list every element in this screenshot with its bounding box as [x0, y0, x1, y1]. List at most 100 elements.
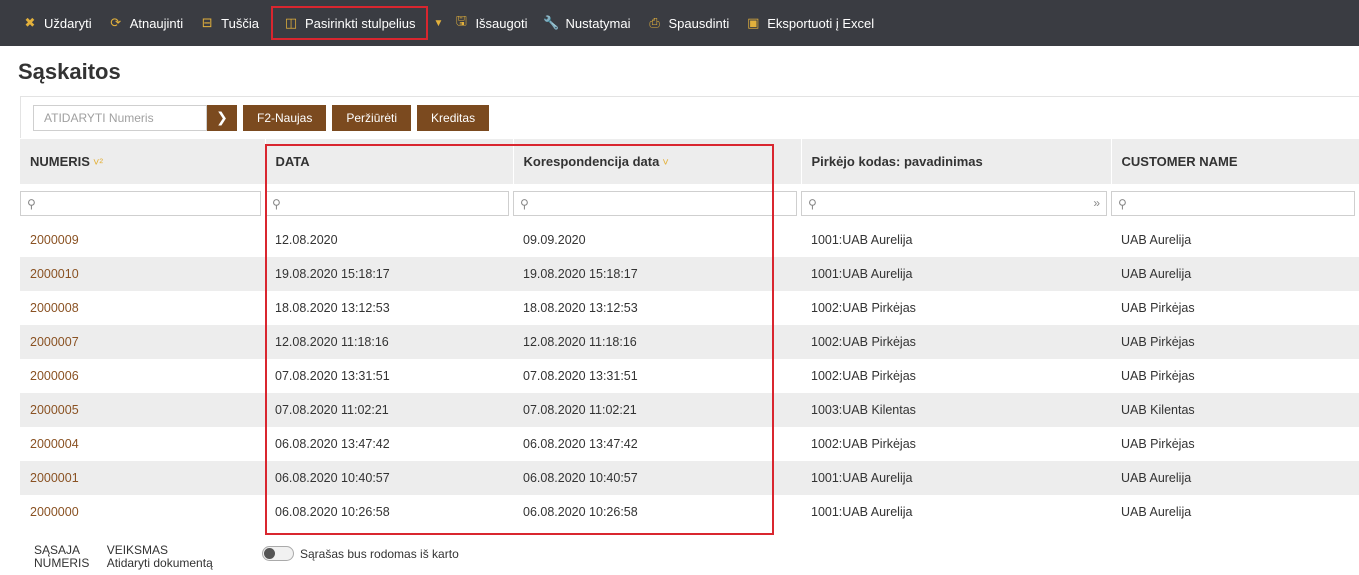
cell-customer-name: UAB Pirkėjas [1121, 369, 1195, 383]
search-icon: ⚲ [27, 196, 36, 211]
action-bar: ❯ F2-Naujas Peržiūrėti Kreditas [20, 96, 1359, 138]
blank-label: Tuščia [221, 15, 259, 31]
cell-korespondencija-data: 09.09.2020 [523, 233, 586, 247]
footer-legend: SĄSAJA NUMERIS VEIKSMAS Atidaryti dokume… [34, 544, 213, 570]
footer-numeris: NUMERIS [34, 556, 90, 570]
filter-korespondencija-input[interactable]: ⚲ [513, 191, 797, 216]
column-header-data[interactable]: DATA [265, 139, 514, 184]
column-header-pirkejo-kodas[interactable]: Pirkėjo kodas: pavadinimas [801, 139, 1112, 184]
search-icon: ⚲ [808, 196, 817, 211]
footer-atidaryti: Atidaryti dokumentą [106, 556, 213, 570]
view-button[interactable]: Peržiūrėti [332, 104, 412, 131]
search-icon: ⚲ [1118, 196, 1127, 211]
table-row[interactable]: 2000005 07.08.2020 11:02:21 07.08.2020 11:… [20, 393, 1359, 427]
cell-numeris[interactable]: 2000006 [20, 359, 265, 393]
open-number-input[interactable] [33, 104, 207, 131]
column-header-numeris[interactable]: NUMERIS ˅² [20, 139, 266, 184]
cell-customer-name: UAB Pirkėjas [1121, 437, 1195, 451]
cell-pirkejas: 1001:UAB Aurelija [801, 257, 1111, 291]
instant-list-toggle[interactable]: Sąrašas bus rodomas iš karto [262, 546, 459, 561]
cell-data: 18.08.2020 13:12:53 [275, 301, 390, 315]
cell-pirkejas: 1002:UAB Pirkėjas [811, 301, 916, 315]
close-label: Uždaryti [44, 15, 92, 31]
cell-pirkejas: 1001:UAB Aurelija [811, 505, 913, 519]
export-excel-button[interactable]: ▣ Eksportuoti į Excel [737, 0, 882, 46]
cell-korespondencija-data: 07.08.2020 13:31:51 [523, 369, 638, 383]
table-row[interactable]: 2000008 18.08.2020 13:12:53 18.08.2020 13:… [20, 291, 1359, 325]
toolbar: ✖ Uždaryti ⟳ Atnaujinti ⊟ Tuščia ◫ Pasir… [0, 0, 1359, 46]
cell-korespondencija-data: 06.08.2020 10:26:58 [523, 505, 638, 519]
settings-label: Nustatymai [565, 15, 631, 31]
cell-korespondencija-data: 07.08.2020 11:02:21 [513, 393, 801, 427]
sort-desc-icon: ˅ [662, 157, 669, 169]
double-chevron-right-icon[interactable]: » [1093, 196, 1100, 210]
cell-numeris[interactable]: 2000010 [20, 257, 265, 291]
cell-numeris[interactable]: 2000001 [20, 461, 265, 495]
cell-korespondencija-data: 19.08.2020 15:18:17 [513, 257, 801, 291]
cell-pirkejas: 1002:UAB Pirkėjas [811, 369, 916, 383]
blank-icon: ⊟ [201, 15, 213, 30]
cell-pirkejas: 1002:UAB Pirkėjas [801, 325, 1111, 359]
print-icon: ⎙ [649, 15, 660, 30]
cell-numeris[interactable]: 2000009 [20, 223, 265, 257]
chevron-down-icon[interactable]: ▼ [434, 18, 444, 29]
cell-numeris[interactable]: 2000005 [20, 393, 265, 427]
search-icon: ⚲ [272, 196, 281, 211]
chevron-right-icon: ❯ [216, 109, 228, 125]
sort-desc-icon: ˅² [92, 157, 104, 169]
save-button[interactable]: 🖫 Išsaugoti [445, 0, 535, 46]
cell-customer-name: UAB Aurelija [1111, 257, 1359, 291]
cell-customer-name: UAB Pirkėjas [1121, 301, 1195, 315]
cell-data: 06.08.2020 10:26:58 [275, 505, 390, 519]
table-row[interactable]: 2000000 06.08.2020 10:26:58 06.08.2020 10:… [20, 495, 1359, 529]
cell-korespondencija-data: 06.08.2020 13:47:42 [523, 437, 638, 451]
cell-numeris[interactable]: 2000007 [20, 325, 265, 359]
table-row[interactable]: 2000006 07.08.2020 13:31:51 07.08.2020 13:… [20, 359, 1359, 393]
excel-icon: ▣ [747, 15, 760, 30]
cell-korespondencija-data: 18.08.2020 13:12:53 [523, 301, 638, 315]
close-icon: ✖ [24, 15, 36, 30]
table-row[interactable]: 2000009 12.08.2020 09.09.2020 1001:UAB Aure… [20, 223, 1359, 257]
filter-customer-input[interactable]: ⚲ [1111, 191, 1355, 216]
cell-data: 12.08.2020 [275, 233, 338, 247]
cell-customer-name: UAB Aurelija [1121, 233, 1192, 247]
blank-button[interactable]: ⊟ Tuščia [191, 0, 267, 46]
print-button[interactable]: ⎙ Spausdinti [639, 0, 738, 46]
cell-customer-name: UAB Aurelija [1111, 461, 1359, 495]
cell-numeris[interactable]: 2000008 [20, 291, 265, 325]
columns-icon: ◫ [284, 15, 298, 30]
cell-data: 19.08.2020 15:18:17 [265, 257, 513, 291]
new-button[interactable]: F2-Naujas [243, 104, 327, 131]
table-row[interactable]: 2000007 12.08.2020 11:18:16 12.08.2020 11:… [20, 325, 1359, 359]
table-row[interactable]: 2000004 06.08.2020 13:47:42 06.08.2020 13:… [20, 427, 1359, 461]
table-row[interactable]: 2000010 19.08.2020 15:18:17 19.08.2020 15:… [20, 257, 1359, 291]
refresh-button[interactable]: ⟳ Atnaujinti [100, 0, 191, 46]
filter-numeris-input[interactable]: ⚲ [20, 191, 261, 216]
close-button[interactable]: ✖ Uždaryti [14, 0, 100, 46]
settings-button[interactable]: 🔧 Nustatymai [535, 0, 638, 46]
page-title: Sąskaitos [18, 59, 121, 84]
invoices-table: NUMERIS ˅² DATA Korespondencija data ˅ Pir… [20, 139, 1359, 529]
cell-korespondencija-data: 06.08.2020 10:40:57 [513, 461, 801, 495]
choose-columns-label: Pasirinkti stulpelius [304, 15, 416, 31]
cell-data: 06.08.2020 13:47:42 [275, 437, 390, 451]
column-header-korespondencija-data[interactable]: Korespondencija data ˅ [513, 139, 802, 184]
cell-data: 06.08.2020 10:40:57 [265, 461, 513, 495]
filter-pirkejas-input[interactable]: ⚲» [801, 191, 1107, 216]
toggle-switch[interactable] [262, 546, 294, 561]
table-row[interactable]: 2000001 06.08.2020 10:40:57 06.08.2020 10:… [20, 461, 1359, 495]
column-header-customer-name[interactable]: CUSTOMER NAME [1111, 139, 1359, 184]
save-icon: 🖫 [455, 13, 467, 28]
cell-numeris[interactable]: 2000004 [20, 427, 265, 461]
refresh-icon: ⟳ [110, 15, 122, 30]
filter-data-input[interactable]: ⚲ [265, 191, 509, 216]
cell-customer-name: UAB Kilentas [1111, 393, 1359, 427]
choose-columns-button[interactable]: ◫ Pasirinkti stulpelius [270, 6, 428, 40]
credit-button[interactable]: Kreditas [417, 104, 490, 131]
cell-numeris[interactable]: 2000000 [20, 495, 265, 529]
table-header-row: NUMERIS ˅² DATA Korespondencija data ˅ Pir… [20, 139, 1359, 184]
cell-customer-name: UAB Aurelija [1121, 505, 1192, 519]
open-go-button[interactable]: ❯ [207, 104, 237, 131]
export-excel-label: Eksportuoti į Excel [767, 15, 875, 31]
cell-data: 12.08.2020 11:18:16 [265, 325, 513, 359]
